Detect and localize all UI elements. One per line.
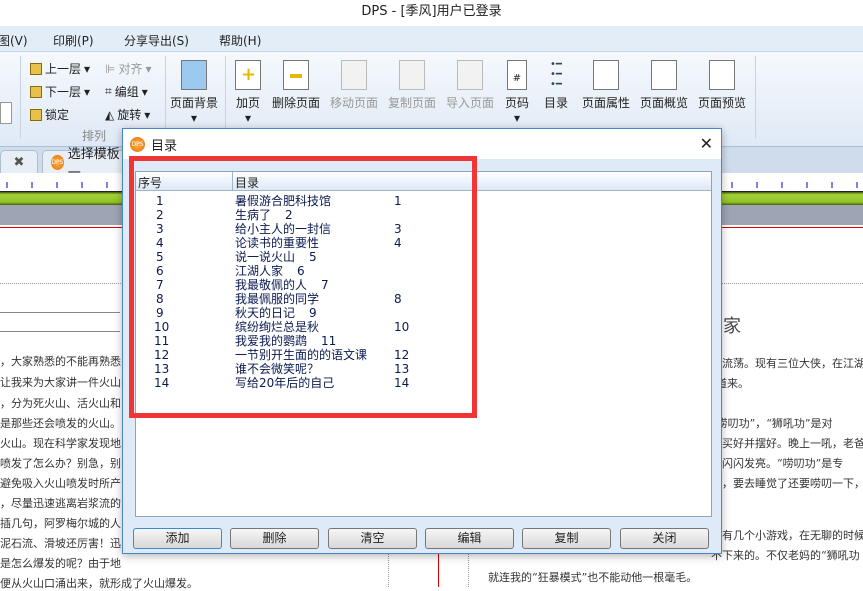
align-button[interactable]: ⊫ 对齐 ▾ bbox=[105, 60, 152, 77]
edit-button[interactable]: 编辑 bbox=[425, 528, 514, 549]
send-backward-label: 下一层 bbox=[45, 85, 82, 99]
doc-text-line: ，尽量迅速逃离岩浆流的 bbox=[0, 497, 121, 510]
doc-text-line: 是怎么爆发的呢？由于地 bbox=[0, 557, 121, 570]
spinner[interactable] bbox=[0, 102, 12, 124]
dialog-title-bar[interactable]: DPS 目录 ✕ bbox=[123, 129, 721, 159]
page-preview-label: 页面预览 bbox=[698, 96, 747, 110]
dps-logo-icon: DPS bbox=[130, 136, 145, 152]
group-icon: ⌗ bbox=[105, 84, 112, 98]
paint-bucket-icon bbox=[181, 60, 207, 90]
doc-text-line: 致买好并摆好。晚上一吼，老爸 bbox=[711, 437, 863, 450]
window-title: DPS - [季风]用户已登录 bbox=[0, 0, 863, 26]
layer-up-icon bbox=[30, 62, 42, 75]
delete-page-label: 删除页面 bbox=[272, 96, 321, 110]
lock-button[interactable]: 锁定 bbox=[30, 106, 69, 123]
toc-label: 目录 bbox=[543, 96, 568, 110]
doc-text-line: 火山。现在科学家发现地 bbox=[0, 437, 121, 450]
rotate-button[interactable]: ◭ 旋转 ▾ bbox=[105, 106, 150, 123]
import-page-label: 导入页面 bbox=[446, 96, 495, 110]
page-overview-label: 页面概览 bbox=[640, 96, 689, 110]
copy-page-icon bbox=[399, 60, 425, 90]
copy-page-button[interactable]: 复制页面 bbox=[388, 60, 436, 111]
move-page-label: 移动页面 bbox=[330, 96, 379, 110]
page-number-icon: # bbox=[507, 60, 527, 90]
doc-text-line: 下，要去睡觉了还要唠叨一下， bbox=[711, 477, 863, 490]
doc-text-line: 不下来的。不仅老妈的“狮吼功 bbox=[711, 549, 860, 562]
menu-share-export[interactable]: 分享导出(S) bbox=[124, 32, 189, 49]
doc-text-line: 泥石流、滑坡还厉害！迅 bbox=[0, 537, 121, 550]
menu-print[interactable]: 印刷(P) bbox=[53, 32, 94, 49]
doc-text-line: 是那些还会喷发的火山。 bbox=[0, 417, 121, 430]
import-page-icon bbox=[457, 60, 483, 90]
dialog-title: 目录 bbox=[151, 138, 178, 154]
doc-text-line: 得闪闪发亮。“唠叨功”是专 bbox=[711, 457, 844, 470]
copy-page-label: 复制页面 bbox=[388, 96, 437, 110]
close-button[interactable]: 关闭 bbox=[620, 528, 709, 549]
align-label: 对齐 bbox=[118, 62, 143, 76]
doc-text-line: 总有几个小游戏，在无聊的时候 bbox=[711, 529, 863, 542]
send-backward-button[interactable]: 下一层 ▾ bbox=[30, 83, 90, 100]
clear-button[interactable]: 清空 bbox=[328, 528, 417, 549]
move-page-button[interactable]: 移动页面 bbox=[330, 60, 378, 111]
toc-button[interactable]: •━ •━ •━ 目录 bbox=[543, 60, 569, 111]
page-overview-icon bbox=[651, 60, 677, 90]
add-button[interactable]: 添加 bbox=[133, 528, 222, 549]
page-preview-button[interactable]: 页面预览 bbox=[698, 60, 746, 111]
close-icon[interactable]: ✕ bbox=[700, 134, 713, 153]
page-number-button[interactable]: # 页码 ▾ bbox=[505, 60, 529, 125]
doc-text-line: 就连我的“狂暴模式”也不能动他一根毫毛。 bbox=[488, 571, 698, 584]
dps-logo-icon: DPS bbox=[51, 154, 64, 170]
highlight-annotation bbox=[129, 156, 477, 418]
page-overview-button[interactable]: 页面概览 bbox=[640, 60, 688, 111]
page-number-label: 页码 bbox=[505, 96, 530, 110]
page-preview-icon bbox=[709, 60, 735, 90]
doc-text-line: 喷发了怎么办？别急，别 bbox=[0, 457, 121, 470]
align-icon: ⊫ bbox=[105, 61, 116, 76]
doc-text-line: 便从火山口涌出来，就形成了火山爆发。 bbox=[0, 577, 198, 590]
menu-help[interactable]: 帮助(H) bbox=[219, 32, 261, 49]
bring-forward-label: 上一层 bbox=[45, 62, 82, 76]
close-tab-icon[interactable]: ✖ bbox=[0, 150, 38, 173]
doc-text-line: 插几句，阿罗梅尔城的人 bbox=[0, 517, 121, 530]
doc-text-line: 在流荡。现有三位大侠，在江湖 bbox=[711, 357, 863, 370]
page-background-button[interactable]: 页面背景 ▾ bbox=[170, 60, 218, 125]
doc-text-line: ，大家熟悉的不能再熟悉 bbox=[0, 355, 121, 368]
page-background-label: 页面背景 bbox=[170, 96, 219, 110]
group-label: 编组 bbox=[114, 85, 139, 99]
tab-template[interactable]: DPS选择模板一 bbox=[42, 147, 132, 181]
layer-down-icon bbox=[30, 85, 42, 98]
page-properties-icon bbox=[593, 60, 619, 90]
list-icon: •━ •━ •━ bbox=[550, 59, 562, 90]
rotate-label: 旋转 bbox=[117, 108, 142, 122]
move-page-icon bbox=[341, 60, 367, 90]
arrange-group-label: 排列 bbox=[82, 129, 107, 143]
doc-text-line: 避免吸入火山喷发时所产 bbox=[0, 477, 121, 490]
group-button[interactable]: ⌗ 编组 ▾ bbox=[105, 83, 148, 100]
menu-view[interactable]: 图(V) bbox=[0, 32, 28, 49]
rotate-icon: ◭ bbox=[105, 107, 115, 122]
delete-page-button[interactable]: 删除页面 bbox=[272, 60, 320, 111]
menu-bar: 图(V) 印刷(P) 分享导出(S) 帮助(H) bbox=[0, 26, 863, 52]
bring-forward-button[interactable]: 上一层 ▾ bbox=[30, 60, 90, 77]
doc-text-line: “唠叨功”，“狮吼功”是对 bbox=[711, 417, 833, 430]
import-page-button[interactable]: 导入页面 bbox=[446, 60, 494, 111]
delete-page-icon bbox=[283, 60, 309, 90]
doc-text-line: ，分为死火山、活火山和 bbox=[0, 397, 121, 410]
lock-icon bbox=[30, 108, 42, 121]
add-page-button[interactable]: + 加页 ▾ bbox=[235, 60, 261, 125]
lock-label: 锁定 bbox=[45, 108, 70, 122]
page-properties-label: 页面属性 bbox=[582, 96, 631, 110]
copy-button[interactable]: 复制 bbox=[522, 528, 611, 549]
add-page-label: 加页 bbox=[235, 96, 260, 110]
add-page-icon: + bbox=[235, 60, 261, 90]
delete-button[interactable]: 删除 bbox=[230, 528, 319, 549]
doc-text-line: 让我来为大家讲一件火山的 bbox=[0, 376, 132, 389]
page-properties-button[interactable]: 页面属性 bbox=[582, 60, 630, 111]
